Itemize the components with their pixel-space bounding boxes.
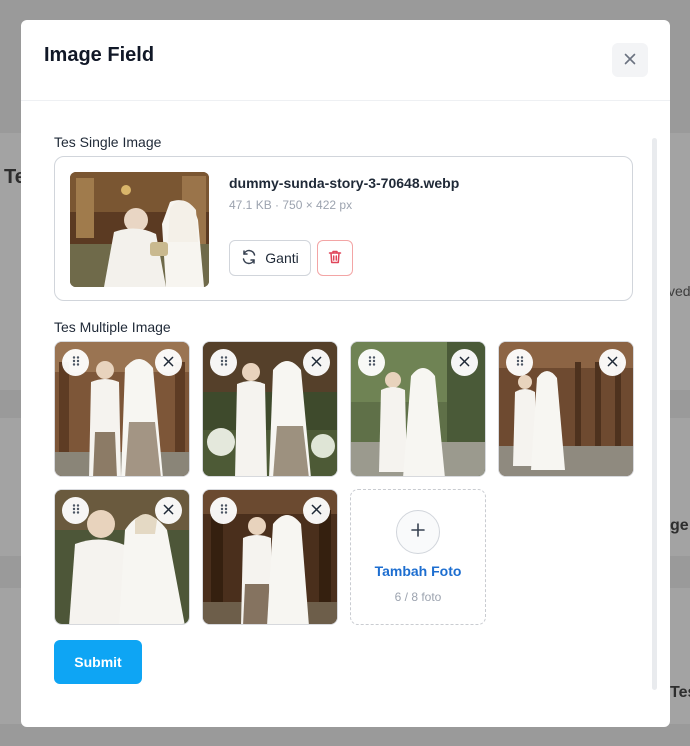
- add-photo-button[interactable]: Tambah Foto 6 / 8 foto: [350, 489, 486, 625]
- background-text: ved: [668, 283, 690, 299]
- modal-title: Image Field: [44, 44, 155, 66]
- image-field-modal: Image Field Tes Single Image dummy-sunda…: [21, 20, 670, 727]
- drag-handle[interactable]: [210, 349, 237, 376]
- close-icon: [311, 354, 322, 372]
- grip-dots-icon: [218, 502, 230, 520]
- remove-image-button[interactable]: [303, 349, 330, 376]
- gallery-image[interactable]: [54, 341, 190, 477]
- file-name: dummy-sunda-story-3-70648.webp: [229, 175, 460, 191]
- grip-dots-icon: [366, 354, 378, 372]
- grip-dots-icon: [218, 354, 230, 372]
- close-icon: [624, 53, 636, 68]
- gallery-image[interactable]: [350, 341, 486, 477]
- grip-dots-icon: [514, 354, 526, 372]
- drag-handle[interactable]: [62, 497, 89, 524]
- grip-dots-icon: [70, 354, 82, 372]
- close-icon: [311, 502, 322, 520]
- gallery-image[interactable]: [498, 341, 634, 477]
- trash-icon: [327, 249, 343, 268]
- drag-handle[interactable]: [506, 349, 533, 376]
- plus-icon: [410, 522, 426, 543]
- remove-image-button[interactable]: [155, 349, 182, 376]
- remove-image-button[interactable]: [155, 497, 182, 524]
- drag-handle[interactable]: [62, 349, 89, 376]
- drag-handle[interactable]: [358, 349, 385, 376]
- modal-header: Image Field: [21, 20, 670, 101]
- scrollbar[interactable]: [652, 138, 657, 690]
- submit-button[interactable]: Submit: [54, 640, 142, 684]
- add-photo-label: Tambah Foto: [374, 563, 462, 579]
- background-text: ge: [670, 517, 689, 534]
- close-icon: [163, 502, 174, 520]
- refresh-icon: [241, 249, 257, 268]
- remove-image-button[interactable]: [303, 497, 330, 524]
- delete-image-button[interactable]: [317, 240, 353, 276]
- replace-image-label: Ganti: [265, 250, 299, 266]
- remove-image-button[interactable]: [451, 349, 478, 376]
- single-image-label: Tes Single Image: [54, 134, 162, 150]
- photo-count: 6 / 8 foto: [394, 590, 442, 604]
- replace-image-button[interactable]: Ganti: [229, 240, 311, 276]
- close-icon: [459, 354, 470, 372]
- remove-image-button[interactable]: [599, 349, 626, 376]
- add-photo-circle: [396, 510, 440, 554]
- close-button[interactable]: [612, 43, 648, 77]
- gallery-image[interactable]: [202, 489, 338, 625]
- close-icon: [163, 354, 174, 372]
- drag-handle[interactable]: [210, 497, 237, 524]
- multiple-image-label: Tes Multiple Image: [54, 319, 171, 335]
- close-icon: [607, 354, 618, 372]
- single-image-preview: [70, 172, 209, 287]
- background-text: Tes: [670, 684, 690, 701]
- gallery-image[interactable]: [202, 341, 338, 477]
- grip-dots-icon: [70, 502, 82, 520]
- gallery-image[interactable]: [54, 489, 190, 625]
- single-image-field: dummy-sunda-story-3-70648.webp 47.1 KB ·…: [54, 156, 633, 301]
- file-meta: 47.1 KB · 750 × 422 px: [229, 198, 353, 212]
